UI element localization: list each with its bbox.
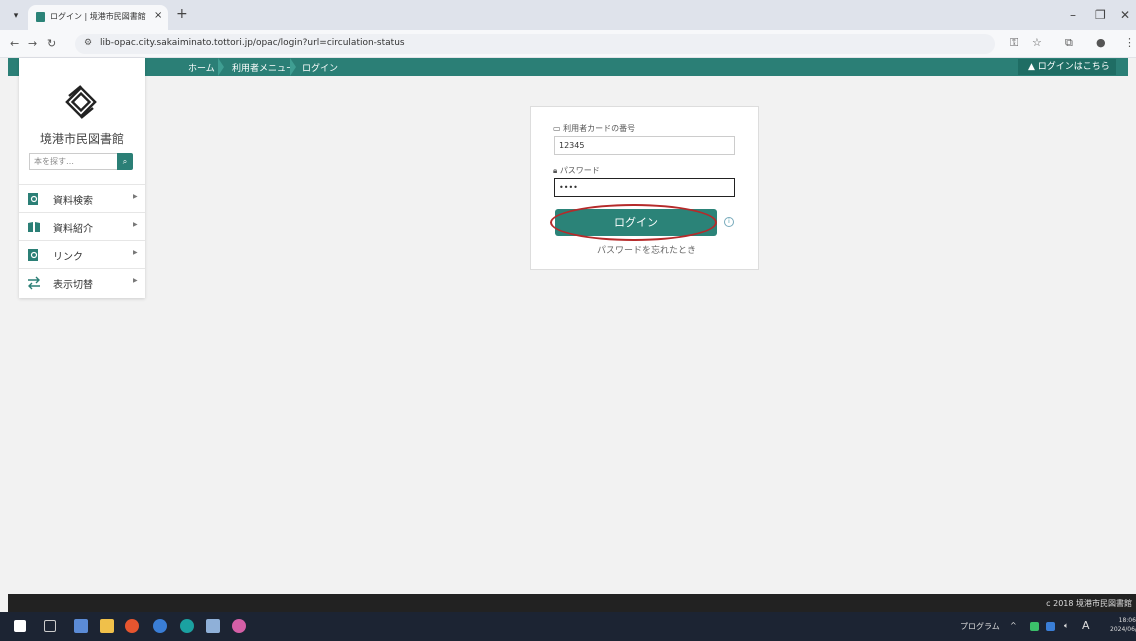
password-label-text: パスワード	[559, 166, 600, 175]
page-footer: c 2018 境港市民図書館	[8, 594, 1136, 612]
user-icon: ▲	[1028, 62, 1038, 72]
annotation-ellipse	[550, 204, 717, 241]
search-button[interactable]: ⌕	[117, 153, 133, 170]
clock-date: 2024/06/15	[1110, 626, 1136, 633]
open-book-icon	[28, 222, 40, 232]
search-icon: ⌕	[122, 157, 128, 166]
tray-chevron-icon[interactable]: ^	[1010, 621, 1017, 630]
card-number-label-text: 利用者カードの番号	[563, 124, 636, 133]
favicon-icon	[36, 12, 45, 22]
page-viewport: ホーム 利用者メニュー ログイン ▲ ログインはこちら 境港市民図書館 ⌕ 資料…	[0, 58, 1136, 612]
book-search-input[interactable]	[30, 154, 124, 169]
profile-icon[interactable]: ●	[1096, 36, 1106, 49]
card-icon: ▭	[553, 124, 564, 133]
clock-time: 18:06	[1118, 617, 1136, 624]
breadcrumb-login: ログイン	[302, 64, 339, 74]
people-app-icon[interactable]	[74, 619, 88, 633]
app-icon[interactable]	[232, 619, 246, 633]
browser-tab[interactable]: ログイン | 境港市民図書館 ×	[28, 5, 168, 30]
tab-title: ログイン | 境港市民図書館	[50, 12, 146, 21]
new-tab-icon[interactable]: +	[176, 6, 188, 22]
top-navigation: ホーム 利用者メニュー ログイン ▲ ログインはこちら	[8, 58, 1128, 76]
task-view-icon[interactable]	[44, 620, 56, 632]
tray-app-icon[interactable]	[1030, 622, 1039, 631]
browser-tab-bar: ▾ ログイン | 境港市民図書館 × + – ❐ ✕	[0, 0, 1136, 30]
card-number-input[interactable]	[554, 136, 735, 155]
sidebar-search-box	[29, 153, 125, 170]
sidebar-item-label: リンク	[53, 252, 83, 263]
start-icon[interactable]	[14, 620, 26, 632]
login-link-label: ログインはこちら	[1037, 62, 1110, 72]
sidebar-item-display-toggle[interactable]: 表示切替 ▶	[19, 268, 145, 296]
chevron-right-icon: ▶	[133, 193, 138, 200]
ime-indicator[interactable]: A	[1082, 619, 1090, 632]
photos-icon[interactable]	[206, 619, 220, 633]
restore-icon[interactable]: ❐	[1095, 8, 1106, 22]
tray-network-icon[interactable]	[1046, 622, 1055, 631]
swap-arrows-icon	[28, 276, 40, 290]
sidebar-item-introduction[interactable]: 資料紹介 ▶	[19, 212, 145, 240]
lock-icon: 🔒︎	[553, 166, 560, 175]
edge-icon[interactable]	[180, 619, 194, 633]
sidebar-item-links[interactable]: リンク ▶	[19, 240, 145, 268]
library-name: 境港市民図書館	[39, 132, 124, 146]
taskbar-clock[interactable]: 18:06 2024/06/15	[1110, 616, 1136, 634]
breadcrumb-user-menu[interactable]: 利用者メニュー	[232, 61, 295, 74]
ie-icon[interactable]	[153, 619, 167, 633]
bookmark-star-icon[interactable]: ☆	[1032, 36, 1042, 49]
address-bar: ← → ↻ ⚙ lib-opac.city.sakaiminato.tottor…	[0, 30, 1136, 58]
close-window-icon[interactable]: ✕	[1120, 8, 1130, 22]
tab-close-icon[interactable]: ×	[154, 10, 162, 21]
url-text: lib-opac.city.sakaiminato.tottori.jp/opa…	[100, 38, 405, 48]
more-menu-icon[interactable]: ⋮	[1124, 36, 1135, 49]
site-info-icon[interactable]: ⚙	[84, 38, 92, 48]
forward-icon[interactable]: →	[28, 37, 37, 50]
program-label[interactable]: プログラム	[960, 621, 1000, 632]
chrome-icon[interactable]	[125, 619, 139, 633]
breadcrumb-separator	[290, 58, 296, 76]
login-link[interactable]: ▲ ログインはこちら	[1018, 59, 1116, 75]
chevron-right-icon: ▶	[133, 249, 138, 256]
chevron-right-icon: ▶	[133, 221, 138, 228]
sidebar-item-label: 資料紹介	[53, 224, 93, 235]
minimize-icon[interactable]: –	[1070, 8, 1076, 22]
file-explorer-icon[interactable]	[100, 619, 114, 633]
password-label: 🔒︎ パスワード	[553, 165, 600, 176]
taskbar: プログラム ^ 🔈︎ A 18:06 2024/06/15	[0, 612, 1136, 641]
link-book-icon	[28, 249, 38, 261]
breadcrumb-separator	[218, 58, 224, 76]
card-number-label: ▭ 利用者カードの番号	[553, 123, 635, 134]
sidebar: 境港市民図書館 ⌕ 資料検索 ▶ 資料紹介 ▶ リンク ▶ 表示切替 ▶	[19, 58, 145, 298]
chevron-right-icon: ▶	[133, 277, 138, 284]
login-card: ▭ 利用者カードの番号 🔒︎ パスワード ログイン i パスワードを忘れたとき	[530, 106, 759, 270]
extensions-icon[interactable]: ⧉	[1065, 36, 1073, 50]
key-icon[interactable]: ⚿	[1010, 36, 1018, 50]
reload-icon[interactable]: ↻	[47, 37, 56, 50]
book-search-icon	[28, 193, 38, 205]
breadcrumb-home[interactable]: ホーム	[188, 61, 215, 74]
url-field[interactable]: ⚙ lib-opac.city.sakaiminato.tottori.jp/o…	[75, 34, 995, 54]
forgot-password-link[interactable]: パスワードを忘れたとき	[597, 243, 696, 256]
sidebar-item-label: 資料検索	[53, 196, 93, 207]
volume-icon[interactable]: 🔈︎	[1064, 621, 1069, 631]
tab-list-icon[interactable]: ▾	[8, 8, 24, 24]
sidebar-item-search[interactable]: 資料検索 ▶	[19, 184, 145, 212]
sidebar-item-label: 表示切替	[53, 280, 93, 291]
copyright-text: c 2018 境港市民図書館	[1046, 599, 1132, 608]
password-input[interactable]	[554, 178, 735, 197]
info-icon[interactable]: i	[724, 217, 734, 227]
back-icon[interactable]: ←	[10, 37, 19, 50]
library-logo-icon	[65, 85, 97, 119]
